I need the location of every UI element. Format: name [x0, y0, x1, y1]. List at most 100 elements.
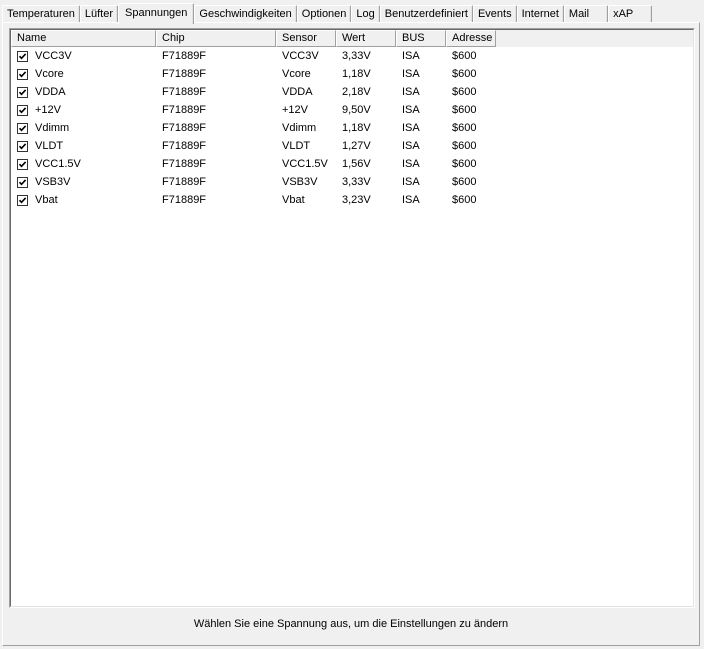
row-sensor: VSB3V [282, 176, 318, 188]
row-wert: 1,18V [342, 68, 371, 80]
row-wert: 1,18V [342, 122, 371, 134]
row-chip: F71889F [162, 50, 207, 62]
row-adresse: $600 [452, 140, 477, 152]
row-checkbox[interactable] [17, 176, 28, 188]
row-bus: ISA [402, 158, 420, 170]
table-row[interactable]: +12V F71889F +12V 9,50V ISA $600 [11, 101, 693, 119]
row-bus: ISA [402, 68, 420, 80]
name-cell: Vbat [11, 191, 156, 209]
row-chip: F71889F [162, 176, 207, 188]
row-wert: 3,33V [342, 50, 371, 62]
row-checkbox[interactable] [17, 194, 28, 206]
check-icon [18, 160, 27, 167]
row-checkbox[interactable] [17, 50, 28, 62]
list-rows: VCC3V F71889F VCC3V 3,33V ISA $600 Vcore [11, 47, 693, 209]
tab-optionen[interactable]: Optionen [296, 5, 352, 22]
table-row[interactable]: Vbat F71889F Vbat 3,23V ISA $600 [11, 191, 693, 209]
row-checkbox[interactable] [17, 86, 28, 98]
row-sensor: VLDT [282, 140, 311, 152]
name-cell: Vcore [11, 65, 156, 83]
table-row[interactable]: Vdimm F71889F Vdimm 1,18V ISA $600 [11, 119, 693, 137]
name-cell: VCC1.5V [11, 155, 156, 173]
row-adresse: $600 [452, 122, 477, 134]
table-row[interactable]: VLDT F71889F VLDT 1,27V ISA $600 [11, 137, 693, 155]
row-chip: F71889F [162, 140, 207, 152]
row-sensor: Vbat [282, 194, 305, 206]
column-header-name[interactable]: Name [11, 30, 156, 47]
check-icon [18, 124, 27, 131]
row-sensor: Vcore [282, 68, 311, 80]
column-header-wert[interactable]: Wert [336, 30, 396, 47]
row-adresse: $600 [452, 68, 477, 80]
row-name: Vbat [35, 194, 58, 206]
tab-strip: Temperaturen Lüfter Spannungen Geschwind… [2, 2, 653, 24]
column-header-bus[interactable]: BUS [396, 30, 446, 47]
row-adresse: $600 [452, 194, 477, 206]
row-bus: ISA [402, 122, 420, 134]
table-row[interactable]: VDDA F71889F VDDA 2,18V ISA $600 [11, 83, 693, 101]
tab-benutzerdefiniert[interactable]: Benutzerdefiniert [379, 5, 473, 22]
tab-xap[interactable]: xAP [608, 5, 653, 22]
tab-geschwindigkeiten[interactable]: Geschwindigkeiten [194, 5, 297, 22]
row-chip: F71889F [162, 104, 207, 116]
row-wert: 1,27V [342, 140, 371, 152]
column-header-adresse[interactable]: Adresse [446, 30, 496, 47]
row-wert: 2,18V [342, 86, 371, 98]
row-adresse: $600 [452, 86, 477, 98]
row-wert: 9,50V [342, 104, 371, 116]
tab-spannungen[interactable]: Spannungen [118, 3, 195, 24]
row-adresse: $600 [452, 50, 477, 62]
table-row[interactable]: VSB3V F71889F VSB3V 3,33V ISA $600 [11, 173, 693, 191]
row-bus: ISA [402, 140, 420, 152]
row-bus: ISA [402, 50, 420, 62]
row-wert: 1,56V [342, 158, 371, 170]
tab-luefter[interactable]: Lüfter [79, 5, 119, 22]
row-name: VSB3V [35, 176, 71, 188]
row-name: Vcore [35, 68, 64, 80]
row-name: VCC3V [35, 50, 72, 62]
row-sensor: VDDA [282, 86, 313, 98]
tab-mail[interactable]: Mail [563, 5, 609, 22]
row-bus: ISA [402, 176, 420, 188]
row-sensor: Vdimm [282, 122, 317, 134]
table-row[interactable]: VCC1.5V F71889F VCC1.5V 1,56V ISA $600 [11, 155, 693, 173]
check-icon [18, 70, 27, 77]
row-bus: ISA [402, 104, 420, 116]
name-cell: +12V [11, 101, 156, 119]
voltage-list[interactable]: Name Chip Sensor Wert BUS Adresse VCC3V … [9, 28, 695, 608]
list-header: Name Chip Sensor Wert BUS Adresse [11, 30, 693, 47]
row-bus: ISA [402, 86, 420, 98]
row-bus: ISA [402, 194, 420, 206]
tab-events[interactable]: Events [472, 5, 517, 22]
column-header-sensor[interactable]: Sensor [276, 30, 336, 47]
row-chip: F71889F [162, 122, 207, 134]
row-sensor: +12V [282, 104, 308, 116]
row-chip: F71889F [162, 68, 207, 80]
row-chip: F71889F [162, 194, 207, 206]
name-cell: VLDT [11, 137, 156, 155]
row-adresse: $600 [452, 158, 477, 170]
voltage-list-frame: Name Chip Sensor Wert BUS Adresse VCC3V … [10, 29, 694, 607]
row-checkbox[interactable] [17, 122, 28, 134]
tab-page-spannungen: Name Chip Sensor Wert BUS Adresse VCC3V … [2, 22, 700, 646]
row-checkbox[interactable] [17, 68, 28, 80]
row-name: VCC1.5V [35, 158, 81, 170]
table-row[interactable]: VCC3V F71889F VCC3V 3,33V ISA $600 [11, 47, 693, 65]
name-cell: Vdimm [11, 119, 156, 137]
status-hint: Wählen Sie eine Spannung aus, um die Ein… [193, 618, 509, 630]
tab-internet[interactable]: Internet [516, 5, 564, 22]
row-checkbox[interactable] [17, 104, 28, 116]
check-icon [18, 88, 27, 95]
row-checkbox[interactable] [17, 140, 28, 152]
row-adresse: $600 [452, 176, 477, 188]
row-name: +12V [35, 104, 61, 116]
row-name: VDDA [35, 86, 66, 98]
tab-log[interactable]: Log [351, 5, 380, 22]
check-icon [18, 178, 27, 185]
tab-temperaturen[interactable]: Temperaturen [2, 5, 80, 22]
row-wert: 3,23V [342, 194, 371, 206]
check-icon [18, 52, 27, 59]
column-header-chip[interactable]: Chip [156, 30, 276, 47]
row-checkbox[interactable] [17, 158, 28, 170]
table-row[interactable]: Vcore F71889F Vcore 1,18V ISA $600 [11, 65, 693, 83]
